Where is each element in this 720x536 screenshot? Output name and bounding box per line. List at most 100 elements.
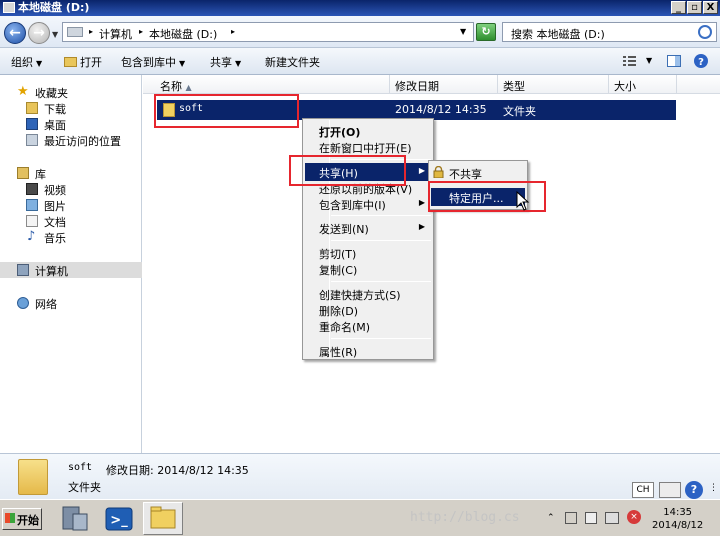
nav-music[interactable]: ♪ 音乐 <box>0 229 142 245</box>
menu-separator <box>331 215 431 216</box>
menu-item-copy-label: 复制(C) <box>319 264 358 277</box>
refresh-button[interactable]: ↻ <box>476 23 496 41</box>
nav-downloads[interactable]: 下载 <box>0 100 142 116</box>
share-button[interactable]: 共享 ▼ <box>210 54 241 70</box>
open-button[interactable]: 打开 <box>64 54 102 70</box>
nav-favorites-label: 收藏夹 <box>35 87 68 100</box>
server-manager-icon <box>62 506 88 531</box>
minimize-button[interactable]: _ <box>671 1 686 14</box>
breadcrumb-local-disk[interactable]: 本地磁盘 (D:) <box>149 26 217 42</box>
keyboard-icon[interactable] <box>659 482 681 498</box>
new-folder-button[interactable]: 新建文件夹 <box>265 54 320 70</box>
monitor-icon[interactable] <box>605 512 619 524</box>
forward-button[interactable]: → <box>28 22 50 44</box>
server-manager-button[interactable] <box>55 502 95 535</box>
nav-documents[interactable]: 文档 <box>0 213 142 229</box>
details-name: soft <box>68 462 93 473</box>
powershell-button[interactable]: >_ <box>99 502 139 535</box>
menu-item-open-new-window-label: 在新窗口中打开(E) <box>319 142 412 155</box>
address-bar-area: ← → ▼ ▸ 计算机 ▸ 本地磁盘 (D:) ▸ ▼ ↻ 搜索 本地磁盘 (D… <box>0 16 720 48</box>
nav-videos[interactable]: 视频 <box>0 181 142 197</box>
include-label: 包含到库中 <box>121 56 176 69</box>
refresh-icon: ↻ <box>481 25 491 38</box>
column-divider[interactable] <box>497 75 498 94</box>
command-bar: 组织 ▼ 打开 包含到库中 ▼ 共享 ▼ 新建文件夹 ▼ ? <box>0 48 720 75</box>
search-input[interactable]: 搜索 本地磁盘 (D:) <box>502 22 717 42</box>
nav-recent-places[interactable]: 最近访问的位置 <box>0 132 142 148</box>
start-button[interactable]: 开始 <box>2 508 42 530</box>
nav-music-label: 音乐 <box>44 232 66 245</box>
menu-item-rename-label: 重命名(M) <box>319 321 371 334</box>
column-divider[interactable] <box>389 75 390 94</box>
nav-network-label: 网络 <box>35 298 57 311</box>
nav-favorites[interactable]: ★ 收藏夹 <box>0 84 142 100</box>
nav-downloads-label: 下载 <box>44 103 66 116</box>
close-button[interactable]: X <box>703 1 718 14</box>
view-options-icon[interactable] <box>622 53 638 69</box>
menu-item-include-library[interactable]: 包含到库中(I) ▶ <box>305 195 431 213</box>
menu-item-rename[interactable]: 重命名(M) <box>305 317 431 335</box>
breadcrumb-computer[interactable]: 计算机 <box>99 26 132 42</box>
breadcrumb-arrow-icon[interactable]: ▸ <box>231 27 235 36</box>
column-divider[interactable] <box>676 75 677 94</box>
column-size[interactable]: 大小 <box>614 78 636 94</box>
search-placeholder: 搜索 本地磁盘 (D:) <box>511 28 605 41</box>
menu-item-copy[interactable]: 复制(C) <box>305 260 431 278</box>
menu-item-properties-label: 属性(R) <box>319 346 358 359</box>
breadcrumb-arrow-icon[interactable]: ▸ <box>139 27 143 36</box>
options-icon[interactable]: ⋮ <box>709 483 718 493</box>
drive-icon <box>3 2 15 13</box>
svg-text:?: ? <box>698 57 704 68</box>
recent-pages-dropdown-icon[interactable]: ▼ <box>52 30 58 39</box>
network-status-icon[interactable] <box>585 512 597 524</box>
clock[interactable]: 14:35 2014/8/12 <box>652 506 703 532</box>
details-modified: 修改日期: 2014/8/12 14:35 <box>106 464 249 477</box>
document-icon <box>26 215 38 227</box>
nav-documents-label: 文档 <box>44 216 66 229</box>
breadcrumb-arrow-icon[interactable]: ▸ <box>89 27 93 36</box>
address-dropdown-icon[interactable]: ▼ <box>460 27 466 36</box>
maximize-button[interactable]: ▫ <box>687 1 702 14</box>
submenu-item-no-share[interactable]: 不共享 <box>431 164 525 182</box>
menu-item-send-to[interactable]: 发送到(N) ▶ <box>305 219 431 237</box>
nav-libraries[interactable]: 库 <box>0 165 142 181</box>
include-in-library-button[interactable]: 包含到库中 ▼ <box>121 54 185 70</box>
flag-icon[interactable] <box>565 512 577 524</box>
nav-desktop-label: 桌面 <box>44 119 66 132</box>
nav-network[interactable]: 网络 <box>0 295 142 311</box>
column-modified[interactable]: 修改日期 <box>395 78 439 94</box>
show-hidden-icons-icon[interactable]: ⌃ <box>547 513 555 523</box>
explorer-taskbar-button[interactable] <box>143 502 183 535</box>
menu-item-properties[interactable]: 属性(R) <box>305 342 431 360</box>
chevron-down-icon: ▼ <box>235 59 242 68</box>
column-type[interactable]: 类型 <box>503 78 525 94</box>
computer-icon <box>67 27 83 37</box>
ime-indicator[interactable]: CH <box>632 482 654 498</box>
help-icon[interactable]: ? <box>685 481 703 499</box>
recent-places-icon <box>26 134 38 146</box>
sort-up-icon: ▲ <box>185 83 192 92</box>
forward-arrow-icon: → <box>33 25 45 41</box>
chevron-down-icon: ▼ <box>36 59 43 68</box>
preview-pane-icon[interactable] <box>666 53 682 69</box>
svg-text:>_: >_ <box>110 513 128 528</box>
nav-pictures[interactable]: 图片 <box>0 197 142 213</box>
powershell-icon: >_ <box>105 507 133 531</box>
nav-desktop[interactable]: 桌面 <box>0 116 142 132</box>
back-button[interactable]: ← <box>4 22 26 44</box>
nav-computer[interactable]: 计算机 <box>0 262 142 278</box>
annotation-highlight <box>289 155 406 186</box>
help-icon[interactable]: ? <box>693 53 709 69</box>
column-divider[interactable] <box>608 75 609 94</box>
navigation-pane: ★ 收藏夹 下载 桌面 最近访问的位置 库 视频 图片 文档 ♪ 音乐 计算机 … <box>0 75 142 453</box>
view-dropdown-icon[interactable]: ▼ <box>646 56 652 65</box>
details-pane: soft 修改日期: 2014/8/12 14:35 文件夹 <box>0 453 720 499</box>
speaker-muted-icon[interactable]: × <box>627 510 641 524</box>
organize-button[interactable]: 组织 ▼ <box>11 54 42 70</box>
column-name[interactable]: 名称 ▲ <box>160 78 192 94</box>
menu-item-send-to-label: 发送到(N) <box>319 223 369 236</box>
folder-icon <box>64 57 77 67</box>
address-field[interactable]: ▸ 计算机 ▸ 本地磁盘 (D:) ▸ ▼ <box>62 22 474 42</box>
menu-item-open-new-window[interactable]: 在新窗口中打开(E) <box>305 138 431 156</box>
annotation-highlight <box>154 94 299 128</box>
